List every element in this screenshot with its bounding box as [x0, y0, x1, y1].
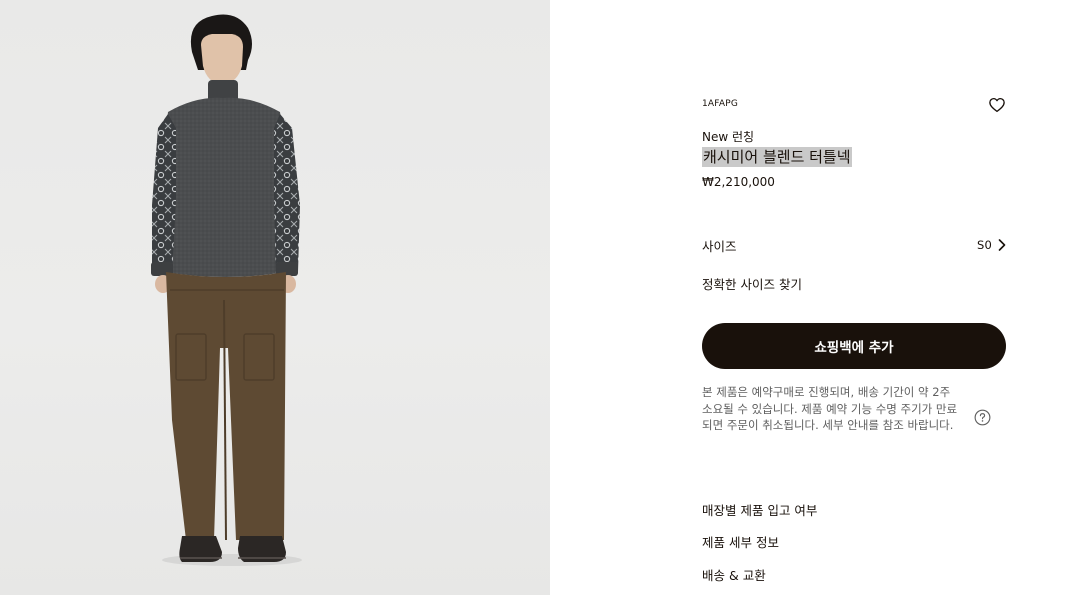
shipping-returns-link[interactable]: 배송 & 교환	[702, 565, 766, 584]
size-value-group: S0	[977, 238, 1006, 252]
product-info-panel: 1AFAPG New 런칭 캐시미어 블렌드 터틀넥 ₩2,210,000 사이…	[702, 0, 1006, 595]
size-value: S0	[976, 238, 992, 252]
find-size-link[interactable]: 정확한 사이즈 찾기	[702, 274, 802, 293]
product-sku: 1AFAPG	[702, 99, 738, 109]
product-title: 캐시미어 블렌드 터틀넥	[702, 147, 852, 167]
product-price: ₩2,210,000	[702, 175, 775, 189]
preorder-notice: 본 제품은 예약구매로 진행되며, 배송 기간이 약 2주 소요될 수 있습니다…	[702, 385, 958, 432]
size-label: 사이즈	[702, 238, 737, 254]
heart-icon	[989, 97, 1005, 113]
wishlist-button[interactable]	[988, 96, 1006, 114]
help-button[interactable]	[974, 409, 991, 426]
product-details-link[interactable]: 제품 세부 정보	[702, 532, 779, 551]
question-icon	[974, 409, 991, 426]
chevron-right-icon	[998, 239, 1006, 251]
new-launch-badge: New 런칭	[702, 130, 755, 144]
product-image	[0, 0, 550, 595]
add-to-bag-button[interactable]: 쇼핑백에 추가	[702, 323, 1006, 369]
model-illustration	[151, 14, 302, 566]
store-availability-link[interactable]: 매장별 제품 입고 여부	[702, 500, 817, 519]
product-page: 1AFAPG New 런칭 캐시미어 블렌드 터틀넥 ₩2,210,000 사이…	[0, 0, 1080, 595]
size-selector[interactable]: 사이즈 S0	[702, 236, 1006, 254]
